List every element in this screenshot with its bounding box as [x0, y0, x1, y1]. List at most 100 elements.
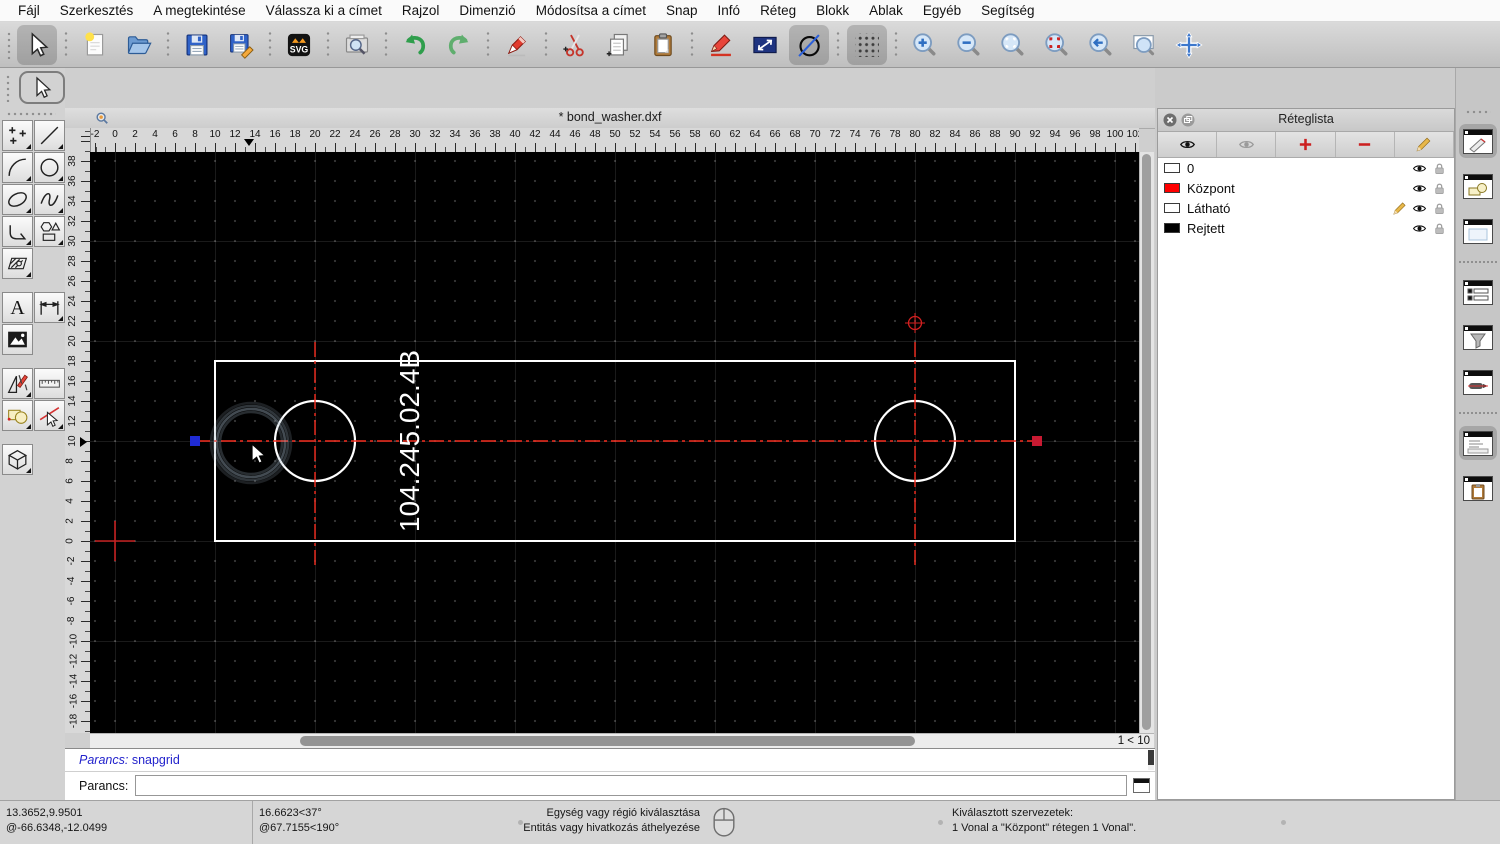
polygon-tool-button[interactable]: [34, 216, 65, 247]
layer-visibility-icon[interactable]: [1412, 181, 1427, 196]
hatch-tool-button[interactable]: [2, 248, 33, 279]
layer-lock-icon[interactable]: [1432, 181, 1447, 196]
line-tool-button[interactable]: [34, 120, 65, 151]
menu-f-jl[interactable]: Fájl: [8, 3, 50, 18]
bevel-button[interactable]: [745, 25, 785, 65]
hide-all-layers-button[interactable]: [1217, 132, 1277, 157]
dimension-tool-button[interactable]: [34, 292, 65, 323]
layer-lock-icon[interactable]: [1432, 201, 1447, 216]
block-list-dock-button[interactable]: [1459, 169, 1497, 203]
modify-tool-button[interactable]: [2, 368, 33, 399]
zoom-in-button[interactable]: [905, 25, 945, 65]
splitter-dot: [518, 820, 523, 825]
image-tool-button[interactable]: [2, 324, 33, 355]
delete-eraser-button[interactable]: [497, 25, 537, 65]
layer-lock-icon[interactable]: [1432, 161, 1447, 176]
layer-visibility-icon[interactable]: [1412, 201, 1427, 216]
layer-list-dock-button[interactable]: [1459, 124, 1497, 158]
save-as-button[interactable]: [221, 25, 261, 65]
menu-inf-[interactable]: Infó: [708, 3, 751, 18]
layer-visibility-icon[interactable]: [1412, 221, 1427, 236]
save-button[interactable]: [177, 25, 217, 65]
menu-a-megtekint-se[interactable]: A megtekintése: [143, 3, 255, 18]
print-preview-button[interactable]: [337, 25, 377, 65]
zoom-out-button[interactable]: [949, 25, 989, 65]
menu-snap[interactable]: Snap: [656, 3, 708, 18]
divide-circle-button[interactable]: [789, 24, 829, 65]
drawing-canvas[interactable]: 104.245.02.4B: [90, 152, 1139, 733]
layer-lock-icon[interactable]: [1432, 221, 1447, 236]
pan-button[interactable]: [1169, 25, 1209, 65]
h-ruler-label: 90: [1009, 129, 1021, 140]
select-arrow-button[interactable]: [17, 24, 57, 65]
entity-list-dock-button[interactable]: [1459, 275, 1497, 309]
clipboard-dock-button[interactable]: [1459, 471, 1497, 505]
trim-tool-button[interactable]: [2, 400, 33, 431]
menu-seg-ts-g[interactable]: Segítség: [971, 3, 1044, 18]
menu-egy-b[interactable]: Egyéb: [913, 3, 971, 18]
menu-v-lassza-ki-a-c-met[interactable]: Válassza ki a címet: [256, 3, 392, 18]
edit-layer-button[interactable]: [1395, 132, 1455, 157]
library-browser-dock-button[interactable]: [1459, 214, 1497, 248]
select-entity-tool-button[interactable]: [34, 400, 65, 431]
spline-tool-button[interactable]: [34, 184, 65, 215]
zoom-selected-button[interactable]: [1037, 25, 1077, 65]
snap-grid-button[interactable]: [847, 24, 887, 65]
layer-row-0[interactable]: 0: [1158, 158, 1454, 178]
filter-dock-button[interactable]: [1459, 320, 1497, 354]
zoom-window-button[interactable]: [1125, 25, 1165, 65]
dock-separator: [1459, 412, 1497, 414]
document-tab-bar[interactable]: * bond_washer.dxf: [65, 108, 1155, 129]
hscroll-thumb[interactable]: [300, 736, 915, 746]
history-scrollbar[interactable]: [1148, 750, 1154, 770]
layer-visibility-icon[interactable]: [1412, 161, 1427, 176]
toolbar-drag-handle[interactable]: [6, 73, 10, 102]
svg-export-button[interactable]: SVG: [279, 25, 319, 65]
canvas-vertical-scrollbar[interactable]: [1139, 152, 1154, 733]
redo-button[interactable]: [439, 25, 479, 65]
tools-drag-handle[interactable]: [6, 112, 56, 116]
detach-command-button[interactable]: [1133, 778, 1150, 793]
v-ruler-label: 0: [65, 538, 76, 544]
menu-rajzol[interactable]: Rajzol: [392, 3, 450, 18]
solid-3d-tool-button[interactable]: [2, 444, 33, 475]
show-all-layers-button[interactable]: [1158, 132, 1218, 157]
menu-r-teg[interactable]: Réteg: [750, 3, 806, 18]
zoom-auto-button[interactable]: [993, 25, 1033, 65]
text-tool-button[interactable]: A: [2, 292, 33, 323]
arc-tool-button[interactable]: [2, 152, 33, 183]
command-input[interactable]: [135, 775, 1127, 796]
points-tool-button[interactable]: [2, 120, 33, 151]
measure-tool-button[interactable]: [34, 368, 65, 399]
menu-m-dos-tsa-a-c-met[interactable]: Módosítsa a címet: [526, 3, 656, 18]
undo-button[interactable]: [395, 25, 435, 65]
cut-scissors-button[interactable]: [555, 25, 595, 65]
menu-szerkeszt-s[interactable]: Szerkesztés: [50, 3, 144, 18]
pen-palette-dock-button[interactable]: [1459, 365, 1497, 399]
dock-drag-handle[interactable]: [1465, 110, 1491, 114]
open-folder-button[interactable]: [119, 25, 159, 65]
polyline-tool-button[interactable]: [2, 216, 33, 247]
zoom-previous-button[interactable]: [1081, 25, 1121, 65]
layer-row-l-that-[interactable]: Látható: [1158, 198, 1454, 218]
layer-row-k-zpont[interactable]: Központ: [1158, 178, 1454, 198]
menu-blokk[interactable]: Blokk: [806, 3, 859, 18]
copy-button[interactable]: [599, 25, 639, 65]
canvas-horizontal-scrollbar[interactable]: 1 < 10: [90, 733, 1154, 749]
remove-layer-button[interactable]: [1336, 132, 1395, 157]
menu-ablak[interactable]: Ablak: [859, 3, 913, 18]
select-tool-button[interactable]: [19, 71, 65, 104]
paste-clipboard-button[interactable]: [643, 25, 683, 65]
add-layer-button[interactable]: [1276, 132, 1336, 157]
ellipse-tool-button[interactable]: [2, 184, 33, 215]
vscroll-thumb[interactable]: [1142, 154, 1151, 730]
trim-icon: [7, 409, 28, 424]
polar-coordinate-display: 16.6623<37° @67.7155<190°: [259, 806, 339, 836]
menu-dimenzi-[interactable]: Dimenzió: [449, 3, 525, 18]
attributes-pencil-button[interactable]: [701, 25, 741, 65]
command-line-dock-button[interactable]: [1459, 426, 1497, 460]
circle-tool-button[interactable]: [34, 152, 65, 183]
layer-row-rejtett[interactable]: Rejtett: [1158, 218, 1454, 238]
new-document-button[interactable]: [75, 25, 115, 65]
layer-list-window-icon: [1463, 128, 1493, 154]
